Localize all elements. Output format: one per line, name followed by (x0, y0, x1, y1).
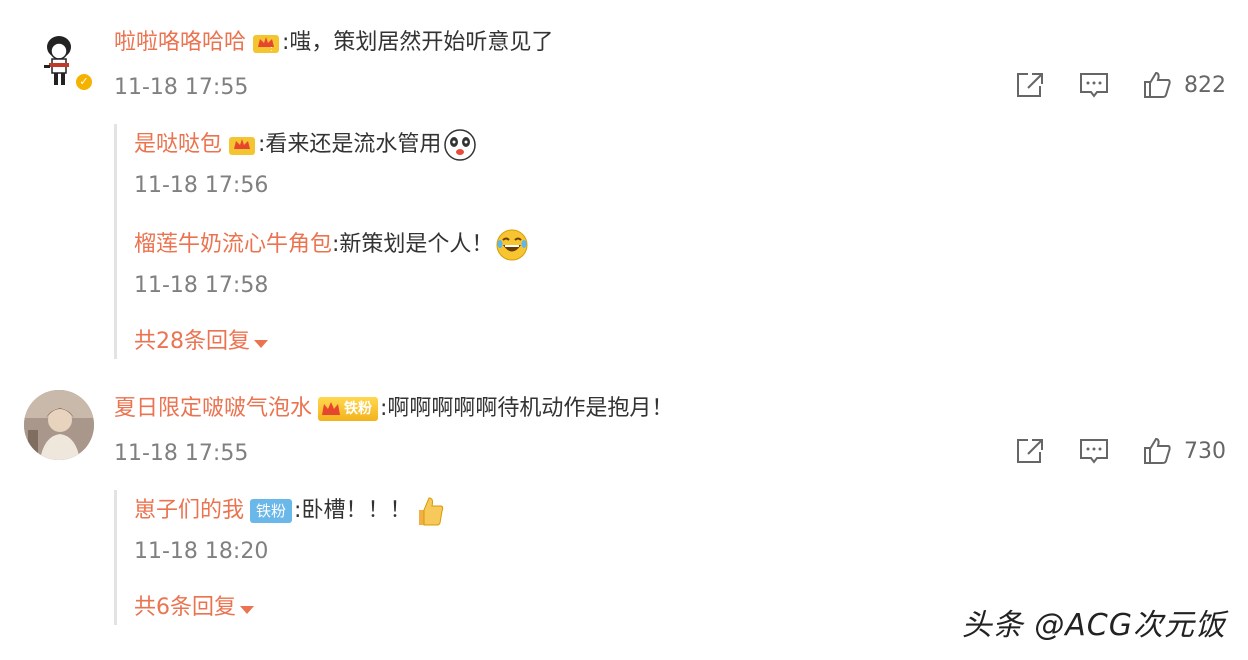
avatar[interactable] (24, 390, 94, 460)
comment-button[interactable] (1078, 436, 1110, 466)
share-button[interactable] (1014, 436, 1046, 466)
reply-username[interactable]: 崽子们的我 (134, 496, 244, 526)
crown-icon (228, 133, 256, 157)
username[interactable]: 夏日限定啵啵气泡水 (114, 394, 312, 424)
share-icon (1017, 73, 1043, 97)
like-button[interactable]: 730 (1142, 436, 1226, 466)
caret-down-icon (254, 340, 268, 348)
comment-text: :啊啊啊啊啊待机动作是抱月！ (380, 396, 674, 421)
comment-icon (1080, 439, 1108, 464)
verified-icon: ✓ (74, 72, 94, 92)
username[interactable]: 啦啦咯咯哈哈 (114, 28, 246, 58)
comment-button[interactable] (1078, 70, 1110, 100)
laughing-emoji-icon (495, 228, 529, 262)
reply-text: :看来还是流水管用 (258, 132, 442, 157)
reply-timestamp: 11-18 17:56 (134, 173, 269, 198)
like-count: 730 (1184, 438, 1226, 464)
like-count: 822 (1184, 72, 1226, 98)
reply-text: :卧槽！！！ (294, 498, 412, 523)
iron-fan-badge: 铁粉 (250, 499, 293, 523)
reply-timestamp: 11-18 18:20 (134, 539, 269, 564)
timestamp: 11-18 17:55 (114, 75, 249, 100)
crown-icon: : (252, 31, 280, 55)
reply-text: :新策划是个人！ (332, 232, 494, 257)
reply-line: 是哒哒包 :看来还是流水管用 (134, 128, 477, 162)
comment-icon (1080, 73, 1108, 98)
svg-text::: : (270, 44, 273, 53)
thumbs-up-icon (1144, 437, 1171, 464)
more-replies-link[interactable]: 共28条回复 (134, 328, 268, 356)
reply-line: 崽子们的我 铁粉 :卧槽！！！ (134, 494, 447, 528)
thumbs-up-icon (1144, 71, 1171, 98)
more-replies-label: 共28条回复 (134, 329, 250, 354)
badge-label: 铁粉 (256, 502, 287, 520)
reply-divider (114, 124, 117, 359)
badge-label: 铁粉 (344, 401, 373, 417)
timestamp: 11-18 17:55 (114, 441, 249, 466)
comment-line: 啦啦咯咯哈哈 : :嗤，策划居然开始听意见了 (114, 28, 553, 58)
iron-fan-badge: 铁粉 (318, 397, 379, 421)
watermark: 头条 @ACG次元饭 (961, 608, 1226, 643)
comment-text: :嗤，策划居然开始听意见了 (282, 30, 554, 55)
more-replies-label: 共6条回复 (134, 595, 236, 620)
more-replies-link[interactable]: 共6条回复 (134, 594, 254, 622)
share-button[interactable] (1014, 70, 1046, 100)
share-icon (1017, 439, 1043, 463)
panda-emoji-icon (443, 128, 477, 162)
like-button[interactable]: 822 (1142, 70, 1226, 100)
reply-line: 榴莲牛奶流心牛角包 :新策划是个人！ (134, 228, 529, 262)
thumbs-up-emoji-icon (413, 494, 447, 528)
caret-down-icon (240, 606, 254, 614)
reply-divider (114, 490, 117, 625)
crown-icon (322, 402, 341, 415)
reply-username[interactable]: 是哒哒包 (134, 130, 222, 160)
comment-line: 夏日限定啵啵气泡水 铁粉 :啊啊啊啊啊待机动作是抱月！ (114, 394, 673, 424)
reply-username[interactable]: 榴莲牛奶流心牛角包 (134, 230, 332, 260)
reply-timestamp: 11-18 17:58 (134, 273, 269, 298)
